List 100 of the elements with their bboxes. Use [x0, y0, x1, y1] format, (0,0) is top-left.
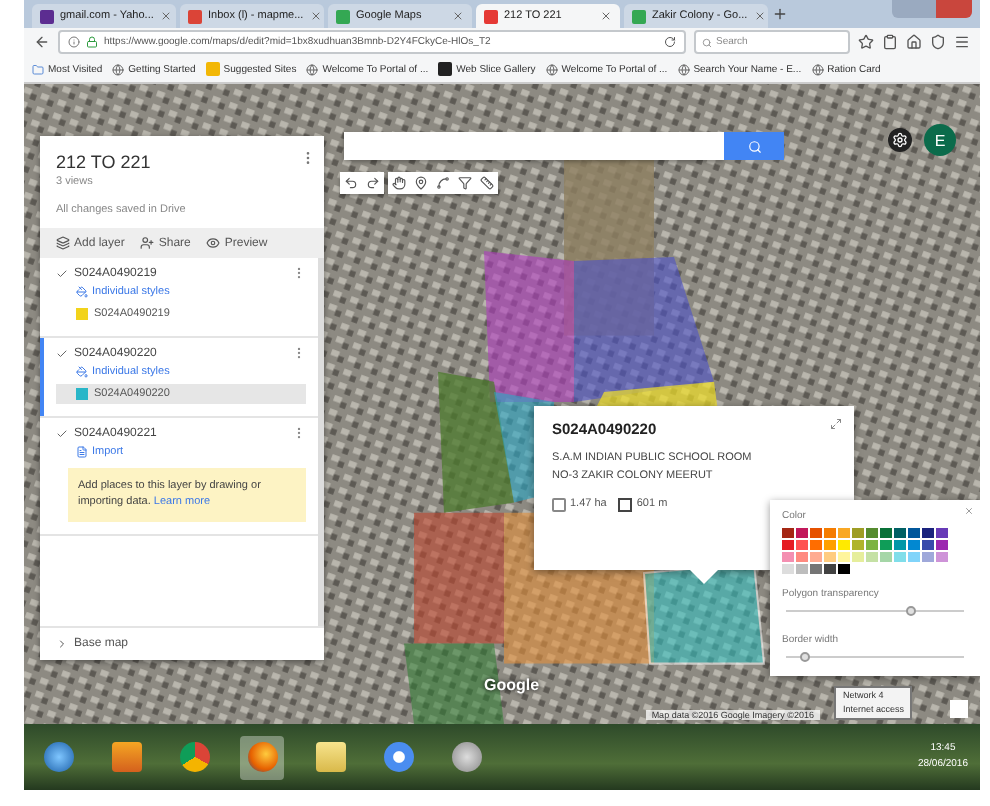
color-swatch[interactable] — [838, 528, 850, 538]
checkbox-icon[interactable] — [56, 427, 68, 439]
tab-favicon — [188, 9, 202, 23]
search-icon — [702, 37, 712, 47]
window-controls[interactable] — [892, 0, 972, 18]
zoom-control[interactable] — [950, 700, 968, 718]
windows-orb-icon — [43, 742, 73, 772]
folder-icon — [315, 742, 345, 772]
color-swatch[interactable] — [866, 552, 878, 562]
color-swatch[interactable] — [838, 552, 850, 562]
info-icon — [68, 36, 80, 48]
color-swatch[interactable] — [894, 540, 906, 550]
clipboard-icon[interactable] — [882, 34, 898, 50]
checkbox-icon[interactable] — [56, 267, 68, 279]
lock-icon — [86, 36, 98, 48]
color-swatch[interactable] — [880, 528, 892, 538]
taskbar-app[interactable] — [240, 735, 284, 779]
shield-icon[interactable] — [930, 34, 946, 50]
back-icon[interactable] — [34, 34, 50, 50]
map-logo: Google — [484, 676, 540, 694]
globe-icon — [306, 63, 319, 75]
color-swatch[interactable] — [866, 540, 878, 550]
color-swatch[interactable] — [810, 552, 822, 562]
globe-icon — [811, 63, 824, 75]
bookmark-icon — [205, 62, 220, 76]
layers-icon — [56, 236, 70, 250]
color-swatch[interactable] — [880, 540, 892, 550]
color-swatch[interactable] — [824, 540, 836, 550]
color-swatch[interactable] — [782, 552, 794, 562]
color-swatch[interactable] — [936, 552, 948, 562]
checkbox-icon[interactable] — [56, 347, 68, 359]
color-swatch[interactable] — [908, 552, 920, 562]
ruler-icon[interactable] — [476, 172, 498, 194]
color-swatch[interactable] — [922, 552, 934, 562]
slider-handle[interactable] — [799, 652, 810, 662]
color-swatch[interactable] — [936, 528, 948, 538]
color-swatch[interactable] — [824, 564, 836, 574]
search-icon — [747, 139, 761, 153]
menu-icon[interactable] — [954, 34, 970, 50]
tab-favicon — [40, 9, 54, 23]
media-player-icon — [111, 742, 141, 772]
firefox-icon — [247, 742, 277, 772]
color-swatch[interactable] — [796, 564, 808, 574]
color-swatch[interactable] — [796, 552, 808, 562]
color-swatch[interactable] — [894, 528, 906, 538]
slider-handle[interactable] — [906, 606, 917, 616]
color-swatch[interactable] — [838, 540, 850, 550]
color-swatch[interactable] — [824, 552, 836, 562]
eye-icon — [206, 236, 221, 250]
person-add-icon — [140, 236, 155, 250]
close-icon[interactable] — [600, 10, 612, 22]
close-icon[interactable] — [452, 10, 464, 22]
tab-favicon — [336, 9, 350, 23]
color-swatch[interactable] — [866, 528, 878, 538]
color-swatch[interactable] — [796, 540, 808, 550]
color-swatch[interactable] — [810, 528, 822, 538]
tab-favicon — [632, 9, 646, 23]
app-icon — [451, 742, 481, 772]
undo-icon[interactable] — [340, 172, 362, 194]
home-icon[interactable] — [906, 34, 922, 50]
star-icon[interactable] — [858, 34, 874, 50]
color-swatch[interactable] — [936, 540, 948, 550]
color-swatch[interactable] — [852, 528, 864, 538]
color-swatch[interactable] — [922, 540, 934, 550]
color-swatch[interactable] — [908, 528, 920, 538]
color-swatch[interactable] — [782, 528, 794, 538]
folder-icon — [32, 63, 44, 75]
color-swatch[interactable] — [796, 528, 808, 538]
paint-bucket-icon — [76, 286, 88, 298]
color-swatch[interactable] — [894, 552, 906, 562]
color-swatch[interactable] — [810, 564, 822, 574]
globe-icon — [545, 63, 558, 75]
close-icon[interactable] — [309, 10, 322, 22]
color-swatch[interactable] — [880, 552, 892, 562]
search-button[interactable] — [724, 132, 784, 160]
close-icon[interactable] — [159, 10, 172, 22]
map-search-field[interactable] — [344, 132, 724, 160]
color-swatch[interactable] — [908, 540, 920, 550]
document-icon — [76, 446, 88, 458]
tab-favicon — [484, 9, 498, 23]
color-swatch[interactable] — [852, 552, 864, 562]
color-swatch[interactable] — [852, 540, 864, 550]
color-swatch[interactable] — [922, 528, 934, 538]
map-title[interactable]: 212 TO 221 — [56, 152, 308, 172]
color-swatch[interactable] — [824, 528, 836, 538]
paint-bucket-icon — [76, 366, 88, 378]
hand-icon[interactable] — [388, 172, 410, 194]
color-swatch[interactable] — [810, 540, 822, 550]
redo-icon[interactable] — [362, 172, 384, 194]
marker-icon[interactable] — [410, 172, 432, 194]
globe-icon — [677, 63, 690, 75]
color-swatch[interactable] — [782, 564, 794, 574]
color-swatch[interactable] — [838, 564, 850, 574]
color-swatch[interactable] — [782, 540, 794, 550]
close-icon[interactable] — [753, 10, 766, 22]
browser-icon — [179, 742, 209, 772]
plus-icon[interactable] — [772, 6, 788, 22]
reload-icon[interactable] — [664, 36, 676, 48]
browser-icon — [383, 742, 413, 772]
bookmark-icon — [438, 62, 453, 76]
